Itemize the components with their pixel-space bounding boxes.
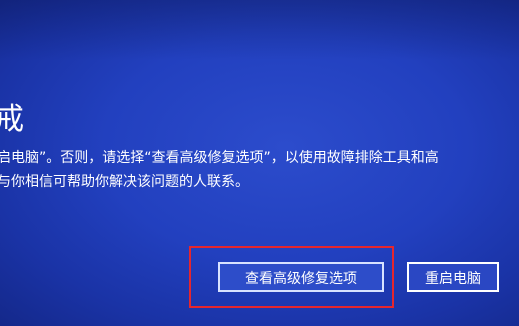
screen-vignette bbox=[0, 0, 519, 60]
recovery-screen: 戒 启电脑”。否则，请选择“查看高级修复选项”，以使用故障排除工具和高 与你相信… bbox=[0, 0, 519, 326]
page-title: 戒 bbox=[0, 102, 24, 137]
restart-pc-button[interactable]: 重启电脑 bbox=[407, 262, 499, 292]
see-advanced-repair-options-button[interactable]: 查看高级修复选项 bbox=[218, 262, 384, 292]
message-line: 启电脑”。否则，请选择“查看高级修复选项”，以使用故障排除工具和高 bbox=[0, 150, 439, 166]
message-line: 与你相信可帮助你解决该问题的人联系。 bbox=[0, 174, 249, 190]
recovery-message: 启电脑”。否则，请选择“查看高级修复选项”，以使用故障排除工具和高 与你相信可帮… bbox=[0, 146, 497, 194]
